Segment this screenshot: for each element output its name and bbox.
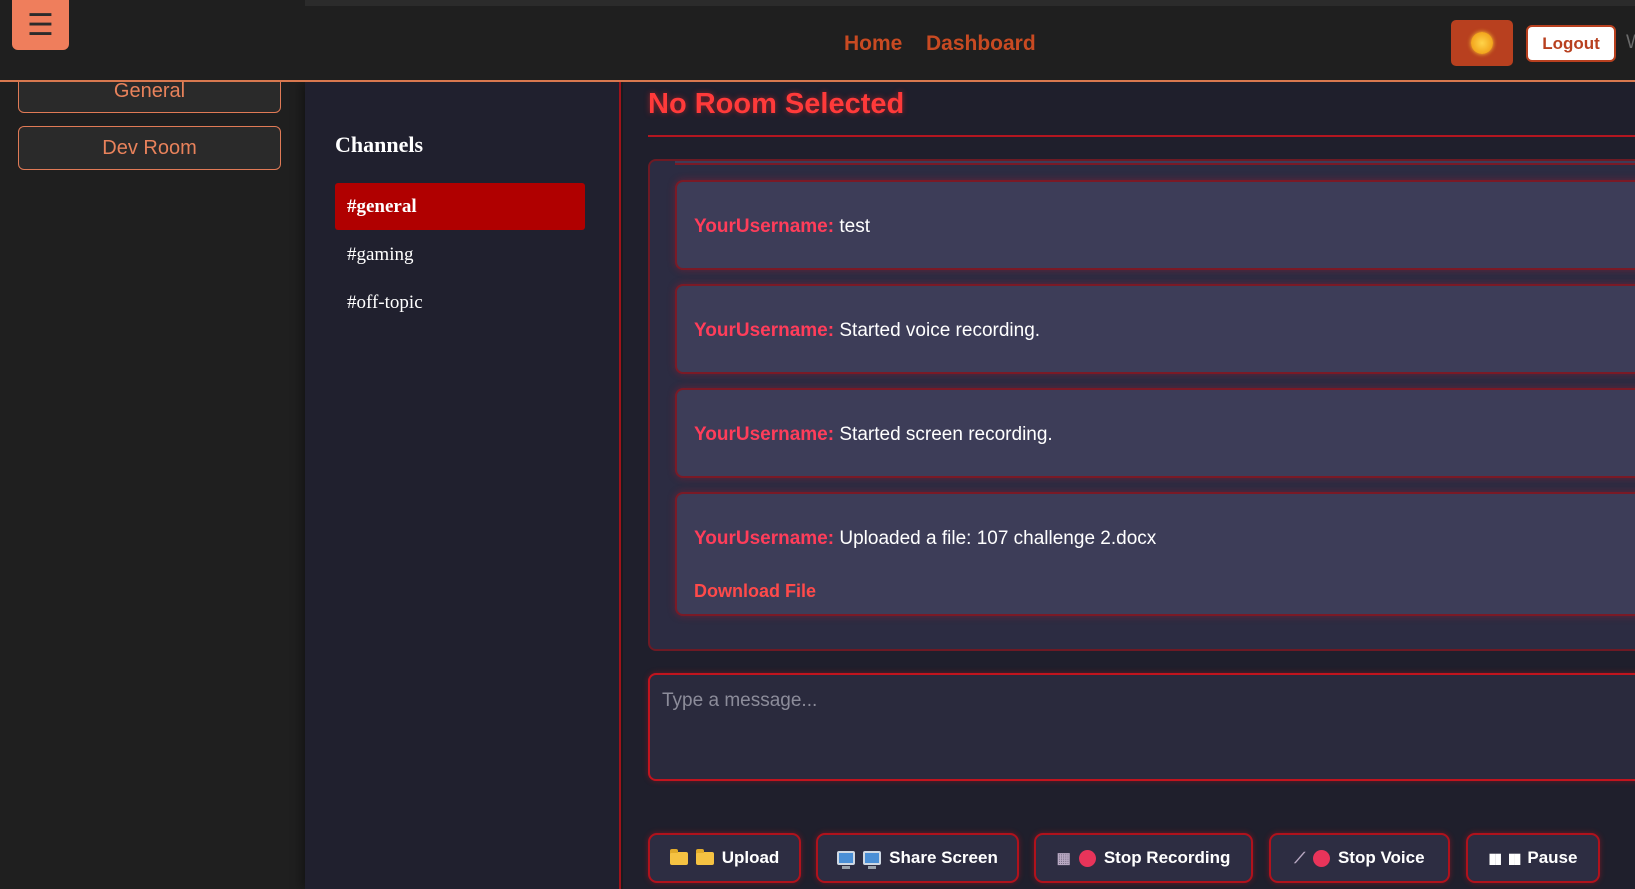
upload-button[interactable]: Upload [648,833,801,883]
nav-link-dashboard[interactable]: Dashboard [926,32,1036,56]
pause-button[interactable]: ▮▮ ▮▮ Pause [1466,833,1600,883]
truncated-nav-text: W [1626,32,1635,53]
navbar-strip [305,0,1635,6]
message-list[interactable]: YourUsername: test YourUsername: Started… [648,159,1635,651]
hamburger-icon: ☰ [27,8,54,42]
stop-recording-button[interactable]: ▦ Stop Recording [1034,833,1253,883]
message-body: test [839,216,870,237]
room-title: No Room Selected [648,88,905,120]
room-sidebar: General Dev Room [0,0,305,889]
pause-label: Pause [1527,848,1578,867]
message-item: YourUsername: Started voice recording. [675,284,1635,374]
share-screen-button[interactable]: Share Screen [816,833,1019,883]
monitor-icon [837,851,856,869]
room-button-dev-room[interactable]: Dev Room [18,126,281,170]
title-divider [648,135,1635,137]
message-text: YourUsername: Started voice recording. [694,320,1040,342]
message-text: YourUsername: Uploaded a file: 107 chall… [694,528,1156,550]
channels-heading: Channels [335,132,424,157]
logout-button[interactable]: Logout [1526,25,1616,62]
pause-icon: ▮▮ [1507,849,1521,866]
message-body: Uploaded a file: 107 challenge 2.docx [839,528,1157,549]
stop-voice-button[interactable]: ⟋ Stop Voice [1269,833,1450,883]
pause-icon: ▮▮ [1488,849,1502,866]
message-text: YourUsername: test [694,216,870,238]
channels-panel: Channels #general #gaming #off-topic [305,82,621,889]
message-item: YourUsername: test [675,180,1635,270]
message-item: YourUsername: Uploaded a file: 107 chall… [675,492,1635,616]
nav-link-home[interactable]: Home [844,32,902,56]
stop-voice-label: Stop Voice [1337,848,1425,867]
message-body: Started screen recording. [839,424,1053,445]
monitor-icon [863,851,882,869]
folder-icon [669,848,688,865]
chat-app: General Dev Room Channels #general #gami… [0,0,1635,889]
channel-item-gaming[interactable]: #gaming [335,231,585,278]
message-username: YourUsername: [694,528,835,549]
message-input[interactable]: Type a message... [648,673,1635,781]
top-navbar: ☰ Home Dashboard Logout W [0,0,1635,82]
film-icon: ▦ [1056,850,1071,867]
hamburger-menu-button[interactable]: ☰ [12,0,69,50]
channel-item-general[interactable]: #general [335,183,585,230]
channel-item-off-topic[interactable]: #off-topic [335,279,585,326]
microphone-icon: ⟋ [1294,849,1305,867]
message-username: YourUsername: [694,320,835,341]
message-body: Started voice recording. [839,320,1041,341]
message-username: YourUsername: [694,424,835,445]
folder-icon [695,848,714,865]
message-partial-top [675,161,1635,165]
record-dot-icon [1312,849,1330,867]
message-text: YourUsername: Started screen recording. [694,424,1053,446]
download-file-link[interactable]: Download File [694,581,816,602]
message-item: YourUsername: Started screen recording. [675,388,1635,478]
upload-label: Upload [721,848,780,867]
record-dot-icon [1078,849,1096,867]
share-screen-label: Share Screen [889,848,998,867]
chat-main: No Room Selected YourUsername: test Your… [623,82,1635,889]
sun-icon [1471,32,1493,54]
theme-toggle-button[interactable] [1451,20,1513,66]
stop-recording-label: Stop Recording [1103,848,1231,867]
message-username: YourUsername: [694,216,835,237]
